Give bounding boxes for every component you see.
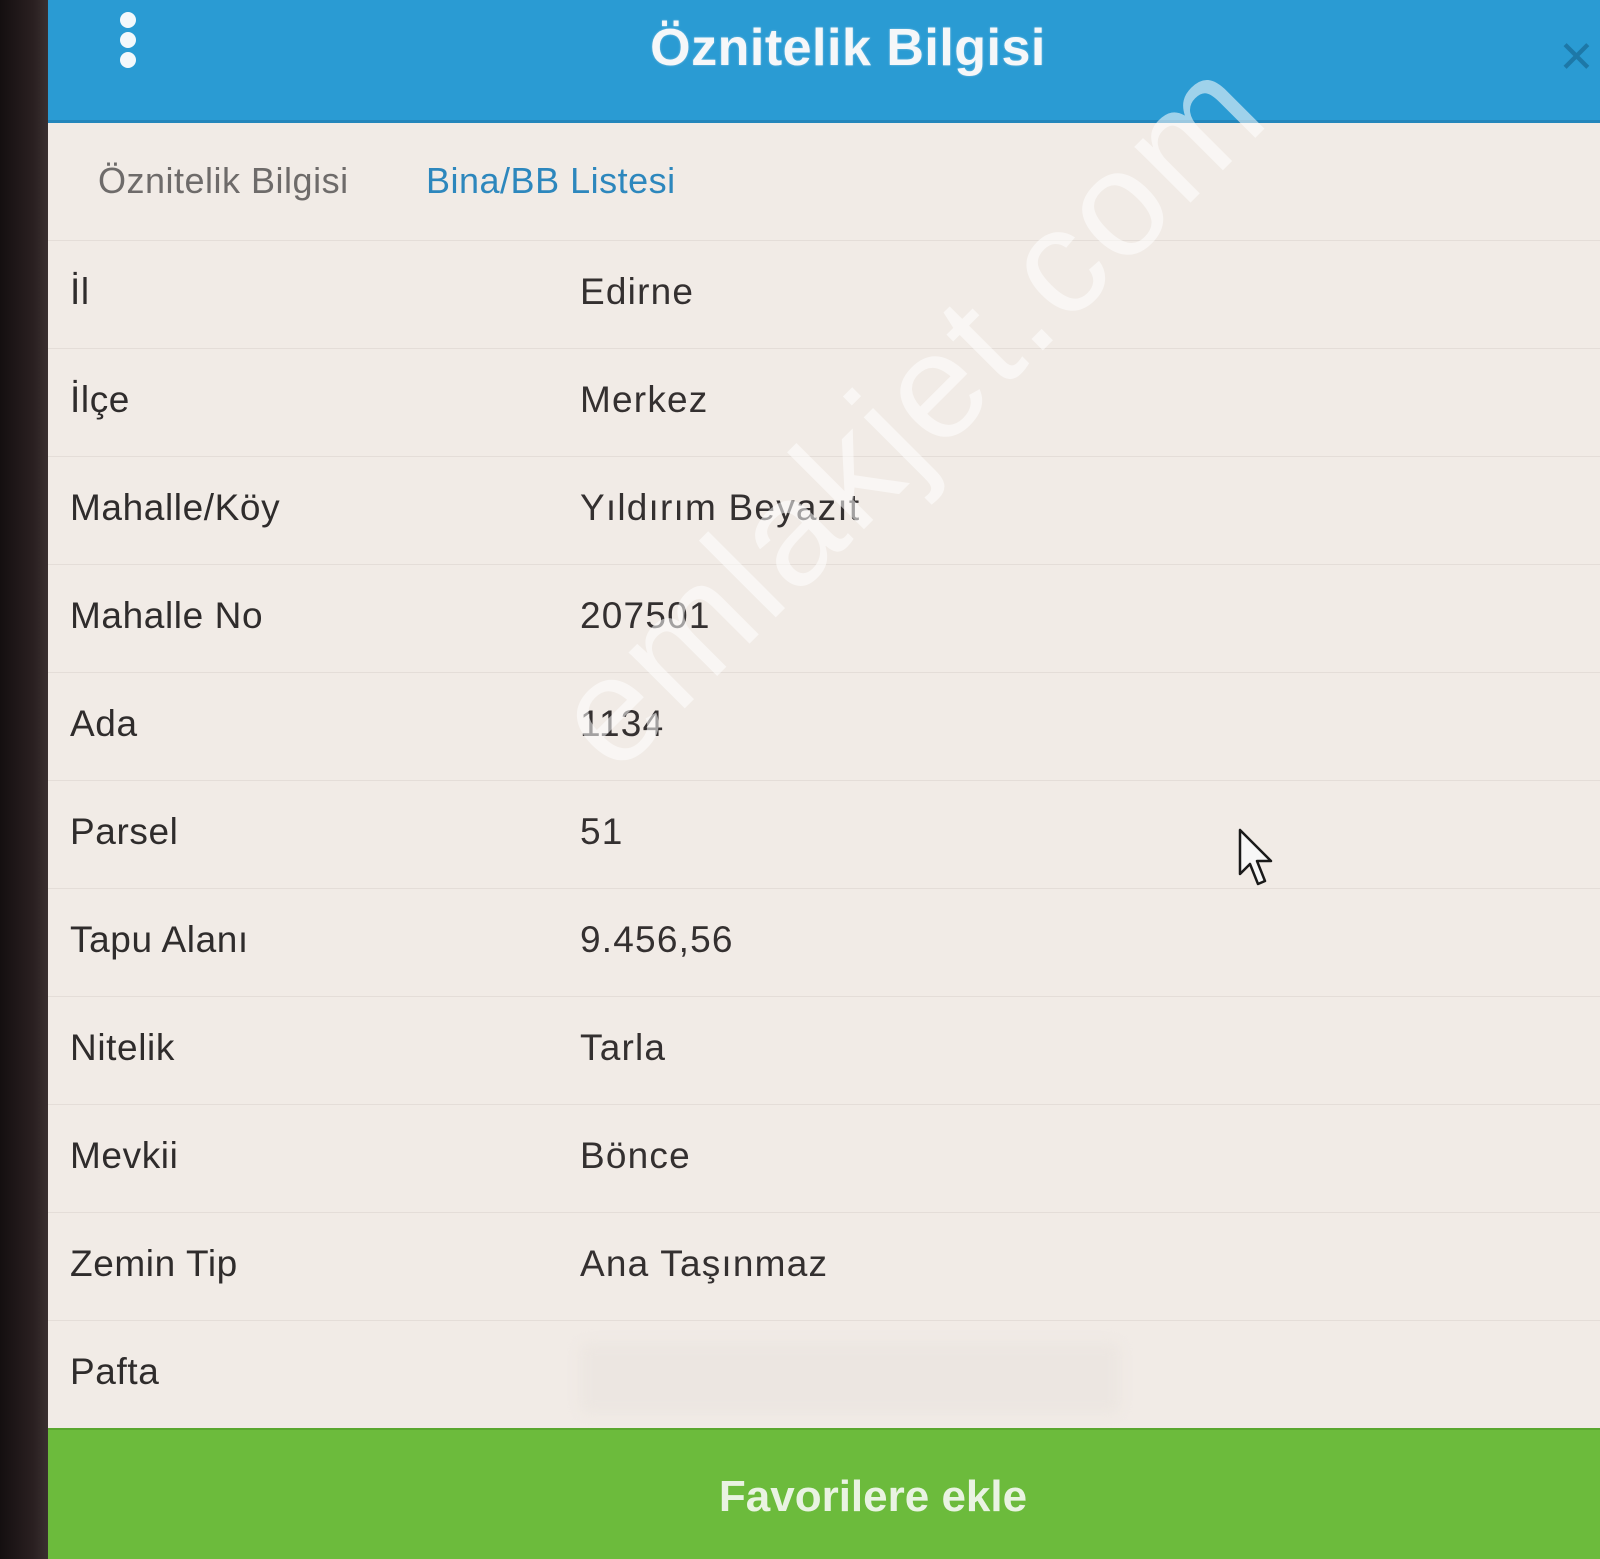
tab-oznitelik-bilgisi[interactable]: Öznitelik Bilgisi: [98, 160, 349, 202]
table-row: Ada 1134: [48, 672, 1600, 780]
row-label: Pafta: [70, 1351, 160, 1392]
row-label: İlçe: [70, 379, 130, 420]
row-label: Parsel: [70, 811, 179, 852]
table-row: Zemin Tip Ana Taşınmaz: [48, 1212, 1600, 1320]
dialog-title: Öznitelik Bilgisi: [650, 19, 1046, 77]
row-label: Mahalle/Köy: [70, 487, 281, 528]
row-label: Tapu Alanı: [70, 919, 249, 960]
table-row: İl Edirne: [48, 240, 1600, 348]
table-row: Mevkii Bönce: [48, 1104, 1600, 1212]
mouse-pointer-icon: [1238, 828, 1273, 886]
row-value: Bönce: [580, 1135, 691, 1176]
table-row: Pafta: [48, 1320, 1600, 1428]
row-value: 9.456,56: [580, 919, 734, 960]
table-row: Tapu Alanı 9.456,56: [48, 888, 1600, 996]
row-value: Tarla: [580, 1027, 667, 1068]
dialog-header: Öznitelik Bilgisi ✕: [48, 0, 1600, 123]
row-value: 51: [580, 811, 624, 852]
row-value: Edirne: [580, 271, 695, 312]
row-label: Nitelik: [70, 1027, 175, 1068]
add-to-favorites-label: Favorilere ekle: [718, 1472, 1028, 1521]
tab-bina-bb-listesi[interactable]: Bina/BB Listesi: [426, 160, 676, 202]
row-label: Zemin Tip: [70, 1243, 238, 1284]
row-label: Mevkii: [70, 1135, 179, 1176]
tab-bar: Öznitelik Bilgisi Bina/BB Listesi: [48, 150, 1600, 230]
row-label: Mahalle No: [70, 595, 264, 636]
row-value: Merkez: [580, 379, 709, 420]
table-row: Parsel 51: [48, 780, 1600, 888]
table-row: Nitelik Tarla: [48, 996, 1600, 1104]
row-label: İl: [70, 271, 90, 312]
device-bezel: [0, 0, 48, 1559]
row-label: Ada: [70, 703, 138, 744]
attribute-dialog: Öznitelik Bilgisi ✕ Öznitelik Bilgisi Bi…: [48, 0, 1600, 1559]
redacted-value: [580, 1343, 1120, 1413]
add-to-favorites-button[interactable]: Favorilere ekle: [48, 1428, 1600, 1559]
row-value: Ana Taşınmaz: [580, 1243, 829, 1284]
close-icon[interactable]: ✕: [1558, 36, 1598, 80]
